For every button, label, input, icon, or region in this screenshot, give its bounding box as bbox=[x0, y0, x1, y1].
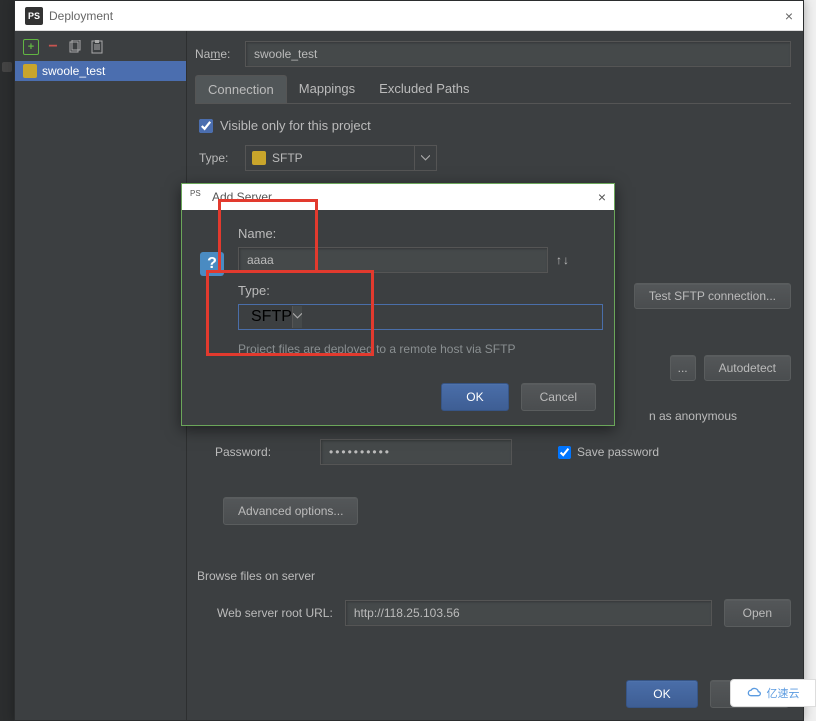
type-value: SFTP bbox=[272, 151, 303, 165]
tab-connection[interactable]: Connection bbox=[195, 75, 287, 103]
modal-type-label: Type: bbox=[238, 283, 598, 298]
visible-only-checkbox[interactable] bbox=[199, 119, 213, 133]
sftp-icon bbox=[23, 64, 37, 78]
close-icon[interactable]: × bbox=[785, 8, 793, 24]
password-label: Password: bbox=[215, 445, 300, 459]
anonymous-partial-text: n as anonymous bbox=[649, 409, 737, 423]
add-server-icon[interactable]: + bbox=[23, 39, 39, 55]
browse-path-button[interactable]: ... bbox=[670, 355, 696, 381]
close-icon[interactable]: × bbox=[598, 189, 606, 205]
add-server-dialog: PS Add Server × ? Name: ↑↓ Type: SFTP Pr… bbox=[181, 183, 615, 426]
web-root-input[interactable] bbox=[345, 600, 712, 626]
open-url-button[interactable]: Open bbox=[724, 599, 791, 627]
modal-ok-button[interactable]: OK bbox=[441, 383, 508, 411]
tab-bar: Connection Mappings Excluded Paths bbox=[195, 75, 791, 104]
sidebar-toolbar: + − bbox=[15, 37, 186, 61]
window-title: Deployment bbox=[49, 9, 113, 23]
sftp-icon bbox=[252, 151, 266, 165]
modal-type-description: Project files are deployed to a remote h… bbox=[238, 342, 598, 356]
server-tree-item[interactable]: swoole_test bbox=[15, 61, 186, 81]
type-label: Type: bbox=[199, 151, 235, 165]
server-item-label: swoole_test bbox=[42, 64, 105, 78]
remove-server-icon[interactable]: − bbox=[45, 39, 61, 55]
browse-files-label: Browse files on server bbox=[195, 569, 791, 583]
watermark-badge: 亿速云 bbox=[730, 679, 816, 707]
modal-cancel-button[interactable]: Cancel bbox=[521, 383, 596, 411]
modal-type-dropdown[interactable]: SFTP bbox=[238, 304, 603, 330]
modal-title-bar[interactable]: PS Add Server × bbox=[182, 184, 614, 210]
name-label: Name: bbox=[195, 47, 245, 61]
test-connection-button[interactable]: Test SFTP connection... bbox=[634, 283, 791, 309]
phpstorm-badge-icon: PS bbox=[190, 189, 206, 205]
modal-name-label: Name: bbox=[238, 226, 598, 241]
password-input[interactable] bbox=[320, 439, 512, 465]
web-root-label: Web server root URL: bbox=[217, 606, 333, 620]
modal-title: Add Server bbox=[212, 190, 272, 204]
modal-name-input[interactable] bbox=[238, 247, 548, 273]
help-icon: ? bbox=[200, 252, 224, 276]
chevron-down-icon[interactable] bbox=[292, 306, 302, 328]
server-name-input[interactable] bbox=[245, 41, 791, 67]
copy-icon[interactable] bbox=[67, 39, 83, 55]
tab-excluded[interactable]: Excluded Paths bbox=[367, 75, 481, 103]
password-row: Password: Save password bbox=[195, 439, 791, 465]
visible-only-row[interactable]: Visible only for this project bbox=[195, 118, 791, 133]
save-password-checkbox[interactable] bbox=[558, 446, 571, 459]
ok-button[interactable]: OK bbox=[626, 680, 697, 708]
chevron-down-icon[interactable] bbox=[414, 146, 436, 170]
modal-type-value: SFTP bbox=[251, 308, 292, 326]
tab-mappings[interactable]: Mappings bbox=[287, 75, 367, 103]
sort-arrows-icon[interactable]: ↑↓ bbox=[556, 253, 570, 267]
watermark-text: 亿速云 bbox=[767, 685, 800, 701]
save-password-label: Save password bbox=[577, 445, 659, 459]
background-sliver bbox=[0, 0, 14, 721]
autodetect-button[interactable]: Autodetect bbox=[704, 355, 791, 381]
type-dropdown[interactable]: SFTP bbox=[245, 145, 437, 171]
advanced-options-button[interactable]: Advanced options... bbox=[223, 497, 358, 525]
window-title-bar[interactable]: PS Deployment × bbox=[15, 1, 803, 31]
visible-only-label: Visible only for this project bbox=[220, 118, 371, 133]
modal-button-row: OK Cancel bbox=[441, 383, 596, 411]
server-list-sidebar: + − swoole_test bbox=[15, 31, 187, 720]
phpstorm-badge-icon: PS bbox=[25, 7, 43, 25]
clipboard-icon[interactable] bbox=[89, 39, 105, 55]
save-password-row[interactable]: Save password bbox=[558, 445, 659, 459]
